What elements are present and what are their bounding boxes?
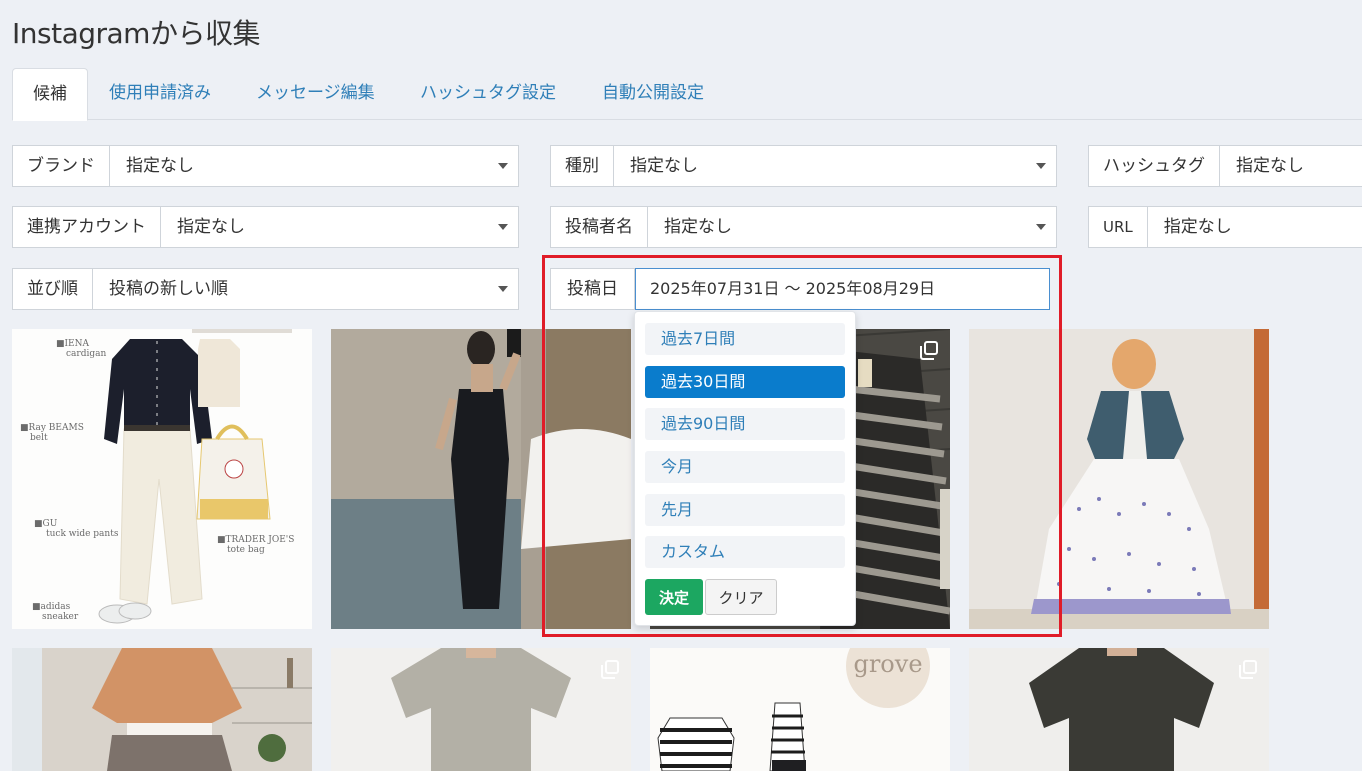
range-option-last-month[interactable]: 先月 bbox=[645, 494, 845, 526]
apply-button[interactable]: 決定 bbox=[645, 579, 703, 615]
url-filter-label: URL bbox=[1089, 207, 1148, 247]
poster-filter-label: 投稿者名 bbox=[551, 207, 648, 247]
photo-label: ■IENA bbox=[56, 339, 90, 349]
photo-label: ■Ray BEAMS bbox=[20, 423, 84, 433]
grey-tee-image bbox=[331, 648, 631, 771]
tab-message-edit[interactable]: メッセージ編集 bbox=[236, 68, 395, 120]
photo-label: tote bag bbox=[227, 545, 265, 555]
photo-label: belt bbox=[30, 433, 48, 443]
date-range-dropdown: 過去7日間 過去30日間 過去90日間 今月 先月 カスタム 決定 クリア bbox=[634, 311, 856, 626]
photo-label: tuck wide pants bbox=[46, 529, 119, 539]
type-filter[interactable]: 種別 指定なし bbox=[550, 145, 1057, 187]
post-thumbnail[interactable]: ■IENA cardigan ■Ray BEAMS belt ■GU tuck … bbox=[12, 329, 312, 629]
hashtag-select[interactable]: 指定なし bbox=[1220, 146, 1362, 186]
hashtag-filter[interactable]: ハッシュタグ 指定なし bbox=[1088, 145, 1362, 187]
brand-select[interactable]: 指定なし bbox=[110, 146, 518, 186]
post-thumbnail[interactable] bbox=[969, 329, 1269, 629]
clear-button[interactable]: クリア bbox=[705, 579, 777, 615]
account-filter[interactable]: 連携アカウント 指定なし bbox=[12, 206, 519, 248]
poster-select[interactable]: 指定なし bbox=[648, 207, 1056, 247]
mirror-selfie-image bbox=[331, 329, 631, 629]
hashtag-select-value: 指定なし bbox=[1236, 156, 1304, 176]
sort-filter-label: 並び順 bbox=[13, 269, 93, 309]
tab-requested[interactable]: 使用申請済み bbox=[89, 68, 231, 120]
type-select[interactable]: 指定なし bbox=[614, 146, 1056, 186]
tab-auto-publish[interactable]: 自動公開設定 bbox=[582, 68, 724, 120]
url-input-value: 指定なし bbox=[1163, 217, 1232, 237]
dark-tee-image bbox=[969, 648, 1269, 771]
post-date-filter[interactable]: 投稿日 2025年07月31日 〜 2025年08月29日 bbox=[550, 268, 1050, 310]
range-option-last-30-days[interactable]: 過去30日間 bbox=[645, 366, 845, 398]
photo-label: ■adidas bbox=[32, 602, 71, 612]
caret-down-icon bbox=[1036, 224, 1046, 230]
photo-label: ■GU bbox=[34, 519, 58, 529]
post-date-range-input[interactable]: 2025年07月31日 〜 2025年08月29日 bbox=[635, 268, 1050, 310]
page-title: Instagramから収集 bbox=[12, 17, 260, 50]
outfit-collage-image: ■IENA cardigan ■Ray BEAMS belt ■GU tuck … bbox=[12, 329, 312, 629]
post-thumbnail[interactable]: grove bbox=[650, 648, 950, 771]
photo-label: cardigan bbox=[66, 349, 106, 359]
url-filter[interactable]: URL 指定なし bbox=[1088, 206, 1362, 248]
sort-filter[interactable]: 並び順 投稿の新しい順 bbox=[12, 268, 519, 310]
multiple-images-icon bbox=[920, 341, 938, 360]
hashtag-filter-label: ハッシュタグ bbox=[1089, 146, 1220, 186]
poster-filter[interactable]: 投稿者名 指定なし bbox=[550, 206, 1057, 248]
type-select-value: 指定なし bbox=[630, 156, 698, 176]
url-input[interactable]: 指定なし bbox=[1148, 207, 1362, 247]
multiple-images-icon bbox=[1239, 660, 1257, 679]
post-date-filter-label: 投稿日 bbox=[551, 269, 635, 309]
post-thumbnail[interactable] bbox=[969, 648, 1269, 771]
range-option-custom[interactable]: カスタム bbox=[645, 536, 845, 568]
striped-knit-image: grove bbox=[650, 648, 950, 771]
sort-select-value: 投稿の新しい順 bbox=[109, 279, 228, 299]
post-thumbnail[interactable] bbox=[331, 648, 631, 771]
caret-down-icon bbox=[498, 163, 508, 169]
post-thumbnail[interactable] bbox=[12, 648, 312, 771]
range-option-last-90-days[interactable]: 過去90日間 bbox=[645, 408, 845, 440]
range-option-last-7-days[interactable]: 過去7日間 bbox=[645, 323, 845, 355]
tab-hashtag-settings[interactable]: ハッシュタグ設定 bbox=[400, 68, 576, 120]
tab-bar: 候補 使用申請済み メッセージ編集 ハッシュタグ設定 自動公開設定 bbox=[12, 68, 1362, 121]
account-filter-label: 連携アカウント bbox=[13, 207, 161, 247]
brand-filter[interactable]: ブランド 指定なし bbox=[12, 145, 519, 187]
multiple-images-icon bbox=[601, 660, 619, 679]
type-filter-label: 種別 bbox=[551, 146, 614, 186]
tab-candidates[interactable]: 候補 bbox=[12, 68, 88, 121]
brand-select-value: 指定なし bbox=[126, 156, 194, 176]
post-thumbnail[interactable] bbox=[331, 329, 631, 629]
account-select[interactable]: 指定なし bbox=[161, 207, 518, 247]
floral-skirt-image bbox=[969, 329, 1269, 629]
brand-logo-text: grove bbox=[853, 650, 922, 678]
caret-down-icon bbox=[498, 224, 508, 230]
range-option-this-month[interactable]: 今月 bbox=[645, 451, 845, 483]
caret-down-icon bbox=[1036, 163, 1046, 169]
poster-select-value: 指定なし bbox=[664, 217, 732, 237]
account-select-value: 指定なし bbox=[177, 217, 245, 237]
brand-filter-label: ブランド bbox=[13, 146, 110, 186]
photo-label: sneaker bbox=[42, 612, 79, 622]
caret-down-icon bbox=[498, 286, 508, 292]
sort-select[interactable]: 投稿の新しい順 bbox=[93, 269, 518, 309]
orange-cardigan-image bbox=[12, 648, 312, 771]
photo-label: ■TRADER JOE'S bbox=[217, 535, 294, 545]
